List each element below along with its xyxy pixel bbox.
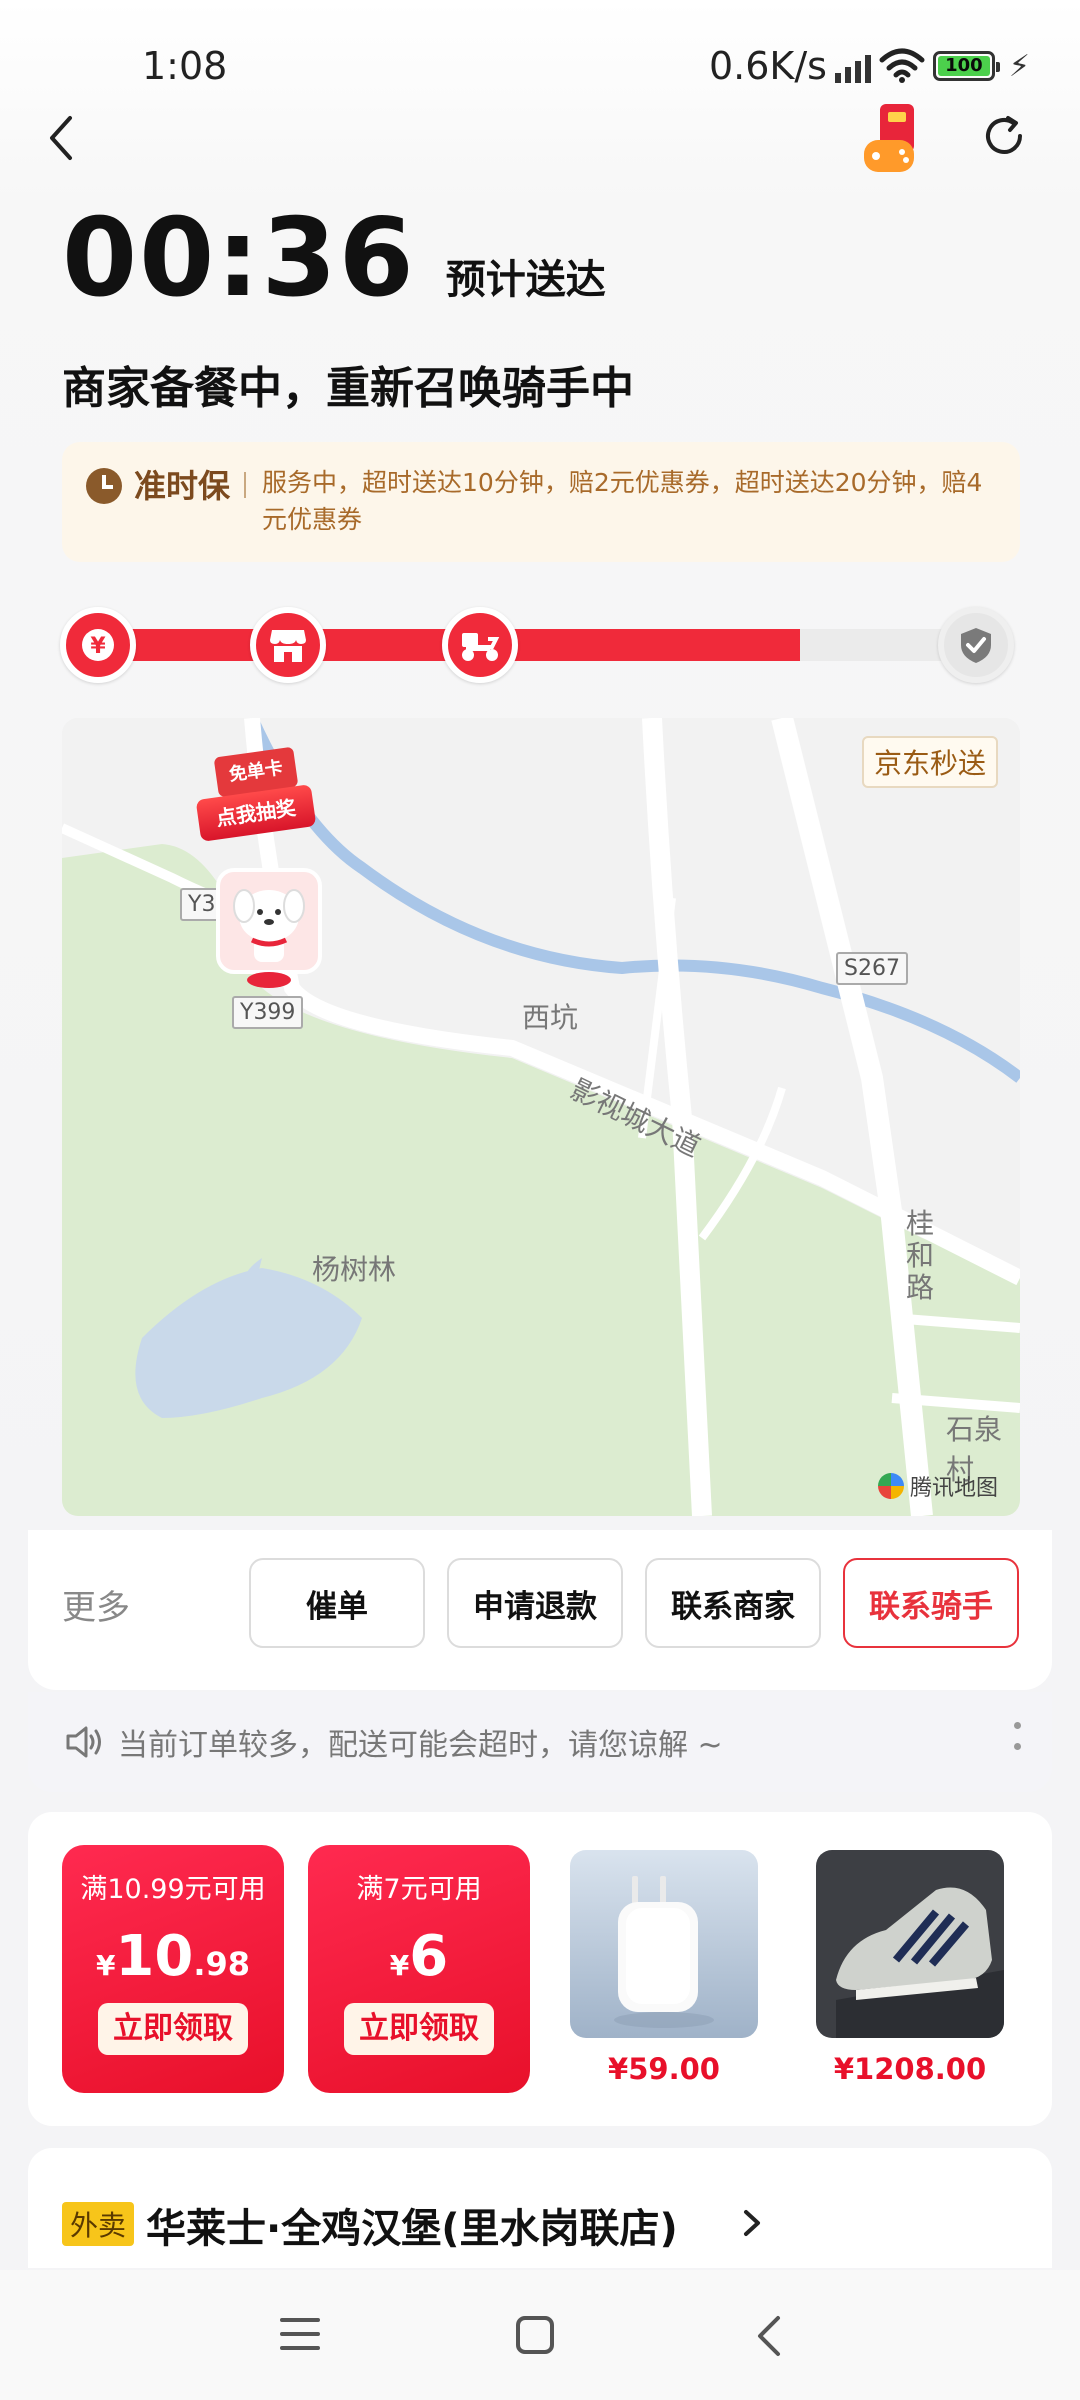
notice-text: 当前订单较多，配送可能会超时，请您谅解 ~ [118, 1728, 723, 1763]
delivered-step-icon [938, 607, 1014, 683]
product-sneaker[interactable]: ¥1208.00 [816, 1850, 1004, 2086]
charger-image [570, 1850, 758, 2038]
map-attribution: 腾讯地图 [877, 1470, 998, 1502]
battery-level: 100 [937, 56, 990, 76]
request-refund-button[interactable]: 申请退款 [447, 1558, 623, 1648]
claim-coupon-button[interactable]: 立即领取 [344, 2003, 494, 2055]
payment-step-icon: ¥ [60, 607, 136, 683]
charging-icon: ⚡ [1008, 48, 1030, 84]
sneaker-image [816, 1850, 1004, 2038]
road-sign-y399: Y399 [232, 996, 304, 1029]
guarantee-text: 服务中，超时送达10分钟，赔2元优惠券，超时送达20分钟，赔4元优惠券 [262, 468, 983, 534]
claim-coupon-button[interactable]: 立即领取 [98, 2003, 248, 2055]
map-label-yangshulin: 杨树林 [312, 1253, 397, 1286]
product-price: ¥1208.00 [833, 2052, 987, 2086]
jd-dog-rider-icon[interactable] [214, 866, 324, 992]
status-bar: 1:08 0.6K/s 100 ⚡ [0, 0, 1080, 100]
network-speed: 0.6K/s [708, 44, 827, 88]
svg-text:¥: ¥ [90, 634, 106, 659]
progress-fill [82, 629, 800, 661]
signal-icon [834, 49, 871, 83]
status-time: 1:08 [142, 44, 228, 88]
refresh-icon[interactable] [980, 112, 1028, 160]
menu-icon[interactable] [278, 2314, 322, 2354]
jd-express-badge: 京东秒送 [861, 736, 998, 788]
coupon-condition: 满7元可用 [356, 1874, 482, 1905]
map-label-xikeng: 西坑 [522, 1001, 579, 1034]
map-label-guihe-road: 桂和路 [906, 1207, 935, 1304]
eta-time: 00:36 [62, 196, 416, 321]
store-name[interactable]: 华莱士·全鸡汉堡(里水岗联店) [146, 2196, 678, 2254]
delivery-progress: ¥ [60, 605, 1020, 685]
more-label[interactable]: 更多 [62, 1580, 130, 1629]
clock-icon [86, 468, 122, 504]
system-navigation-bar [0, 2270, 1080, 2400]
status-icons: 0.6K/s 100 ⚡ [709, 44, 1030, 88]
coupon-1[interactable]: 满10.99元可用 ¥10.98 立即领取 [62, 1845, 284, 2093]
rider-step-icon [442, 607, 518, 683]
speaker-icon [66, 1726, 101, 1758]
lottery-button[interactable]: 点我抽奖 [195, 784, 317, 842]
lottery-badge[interactable]: 免单卡 点我抽奖 [195, 746, 317, 842]
merchant-step-icon [250, 607, 326, 683]
coupon-amount: ¥10.98 [95, 1924, 251, 1989]
store-type-tag: 外卖 [62, 2202, 135, 2246]
back-icon[interactable] [40, 108, 84, 168]
battery-icon: 100 [932, 51, 1000, 81]
tencent-map-logo-icon [877, 1473, 904, 1499]
delivery-map[interactable]: 京东秒送 Y399 Y399 S267 西坑 杨树林 影视城大道 桂和路 石泉村… [62, 718, 1020, 1516]
guarantee-title: 准时保 [134, 467, 231, 505]
divider [244, 472, 247, 498]
system-back-icon[interactable] [752, 2314, 786, 2358]
on-time-guarantee[interactable]: 准时保 服务中，超时送达10分钟，赔2元优惠券，超时送达20分钟，赔4元优惠券 [62, 442, 1020, 562]
coupon-amount: ¥6 [389, 1924, 449, 1989]
wifi-icon [879, 48, 925, 83]
product-charger[interactable]: ¥59.00 [570, 1850, 758, 2086]
coupon-2[interactable]: 满7元可用 ¥6 立即领取 [308, 1845, 530, 2093]
red-packet-game-icon[interactable] [862, 102, 926, 178]
more-options-icon[interactable] [1014, 1722, 1022, 1762]
product-price: ¥59.00 [608, 2052, 720, 2086]
map-attribution-text: 腾讯地图 [909, 1476, 998, 1501]
chevron-right-icon[interactable] [740, 2206, 764, 2240]
contact-merchant-button[interactable]: 联系商家 [645, 1558, 821, 1648]
eta-block: 00:36 预计送达 [62, 205, 606, 313]
road-sign-s267: S267 [836, 952, 908, 985]
urge-order-button[interactable]: 催单 [249, 1558, 425, 1648]
eta-label: 预计送达 [445, 257, 606, 303]
contact-rider-button[interactable]: 联系骑手 [843, 1558, 1019, 1648]
notice-bar: 当前订单较多，配送可能会超时，请您谅解 ~ [28, 1692, 1052, 1792]
coupon-condition: 满10.99元可用 [80, 1874, 266, 1905]
order-status: 商家备餐中，重新召唤骑手中 [62, 363, 634, 414]
home-icon[interactable] [514, 2314, 556, 2356]
